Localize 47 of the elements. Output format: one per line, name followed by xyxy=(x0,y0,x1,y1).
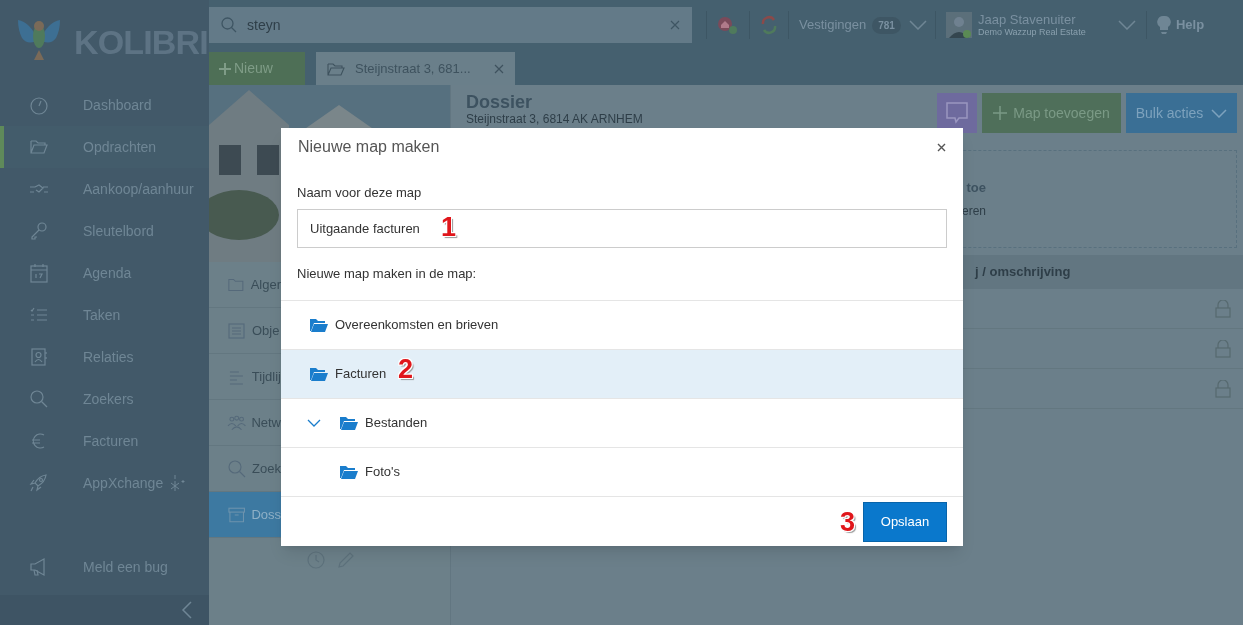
rocket-icon xyxy=(29,473,49,493)
clear-icon[interactable] xyxy=(670,20,680,30)
calendar-icon xyxy=(29,263,49,283)
chevron-down-icon[interactable] xyxy=(1117,20,1136,30)
annotation-number: 1 xyxy=(441,211,457,244)
annotation-number: 3 xyxy=(840,506,856,539)
chevron-down-icon[interactable] xyxy=(307,419,321,427)
dropzone-text: eren xyxy=(961,202,986,220)
contact-card-icon xyxy=(29,347,49,367)
bulk-actions-button[interactable]: Bulk acties xyxy=(1126,93,1237,133)
folder-icon xyxy=(327,61,345,76)
detail-nav-item[interactable]: Doss xyxy=(209,492,281,538)
chevron-down-icon xyxy=(1211,108,1228,118)
dialog-title: Nieuwe map maken xyxy=(298,137,440,157)
column-header: j / omschrijving xyxy=(975,263,1071,282)
search-icon xyxy=(29,389,49,409)
field-label: Naam voor deze map xyxy=(297,184,423,202)
count-badge: 781 xyxy=(872,16,901,34)
folder-icon xyxy=(340,465,358,479)
folder-row[interactable]: Overeenkomsten en brieven xyxy=(281,300,963,349)
folder-row[interactable]: Bestanden xyxy=(281,398,963,447)
collapse-icon[interactable] xyxy=(181,601,193,619)
folder-icon xyxy=(340,416,358,430)
search-icon xyxy=(227,458,247,479)
plus-icon xyxy=(219,62,231,75)
close-icon[interactable] xyxy=(937,142,946,152)
user-organization: Demo Wazzup Real Estate xyxy=(977,28,1087,37)
search-icon xyxy=(221,17,237,33)
page-subtitle: Steijnstraat 3, 6814 AK ARNHEM xyxy=(466,113,644,125)
search-field[interactable]: steyn xyxy=(209,7,692,43)
key-icon xyxy=(29,221,49,241)
speech-bubble-icon xyxy=(945,101,969,125)
plus-icon xyxy=(993,106,1008,120)
folder-icon xyxy=(310,318,328,332)
annotation-number: 2 xyxy=(398,353,414,386)
save-button[interactable]: Opslaan xyxy=(863,501,947,542)
field-label: Nieuwe map maken in de map: xyxy=(297,264,478,283)
avatar xyxy=(945,12,972,38)
house-icon[interactable] xyxy=(717,15,739,35)
chevron-down-icon[interactable] xyxy=(908,20,927,30)
folder-row[interactable]: Foto's xyxy=(281,447,963,496)
sync-icon[interactable] xyxy=(760,15,778,35)
folder-icon xyxy=(310,367,328,381)
lightbulb-icon xyxy=(1156,15,1171,35)
gauge-icon xyxy=(29,95,49,115)
comment-button[interactable] xyxy=(937,93,977,133)
folder-icon xyxy=(29,137,49,157)
